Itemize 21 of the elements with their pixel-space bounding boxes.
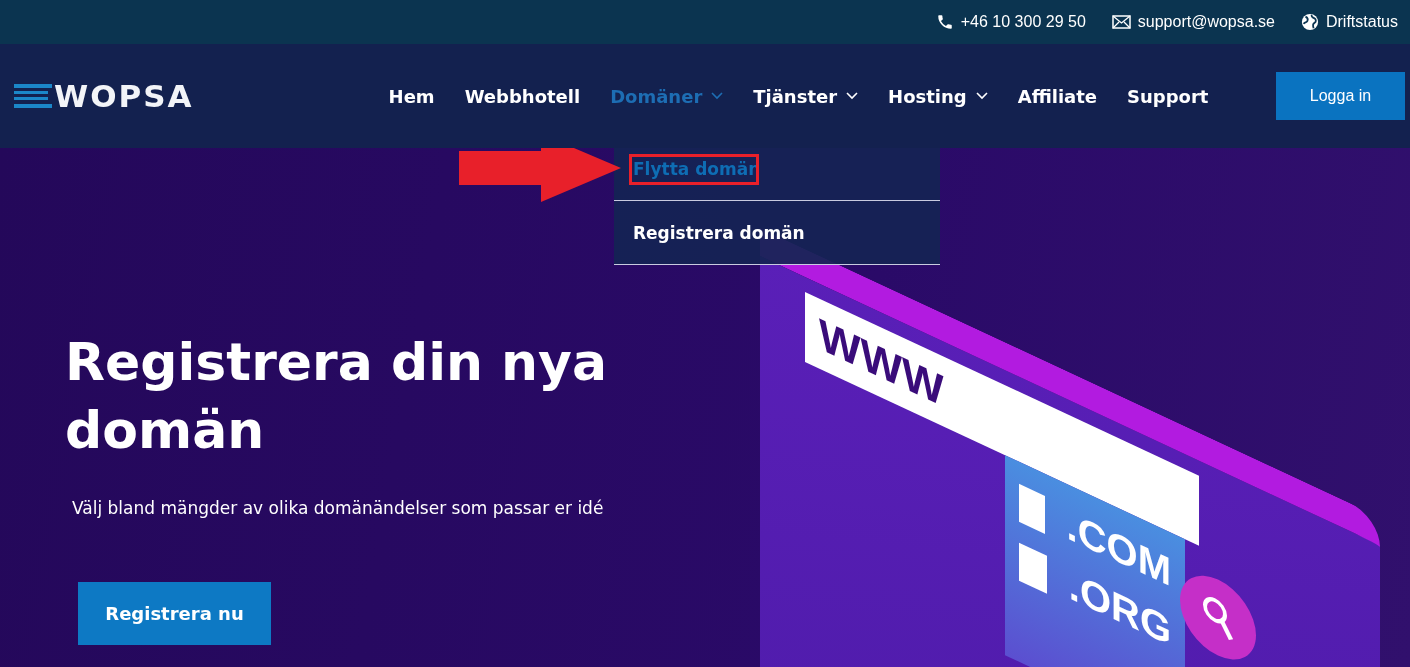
mail-icon xyxy=(1111,15,1131,29)
register-button[interactable]: Registrera nu xyxy=(78,582,271,645)
nav-link[interactable]: Hem xyxy=(388,85,435,107)
phone-icon xyxy=(935,13,954,31)
status-link[interactable]: Driftstatus xyxy=(1326,13,1398,31)
stripes-icon xyxy=(14,84,52,108)
phone-number[interactable]: +46 10 300 29 50 xyxy=(960,13,1086,31)
nav-link[interactable]: Support xyxy=(1127,85,1209,107)
nav-link[interactable]: Tjänster xyxy=(753,85,859,107)
hero-title: Registrera din nya domän xyxy=(65,331,609,462)
arrow-icon xyxy=(459,148,621,202)
nav-link[interactable]: Affiliate xyxy=(1017,85,1097,107)
login-button[interactable]: Logga in xyxy=(1276,72,1405,120)
dropdown-item[interactable]: Registrera domän xyxy=(614,201,940,265)
hero-subtitle: Välj bland mängder av olika domänändelser som passar er idé xyxy=(72,498,605,518)
email-link[interactable]: support@wopsa.se xyxy=(1137,13,1275,31)
nav-link[interactable]: Webbhotell xyxy=(464,85,581,107)
globe-icon xyxy=(1301,13,1319,31)
logo[interactable]: WOPSA xyxy=(54,78,194,114)
address-bar-text: WWW xyxy=(819,308,944,417)
nav-link[interactable]: Hosting xyxy=(888,85,988,107)
